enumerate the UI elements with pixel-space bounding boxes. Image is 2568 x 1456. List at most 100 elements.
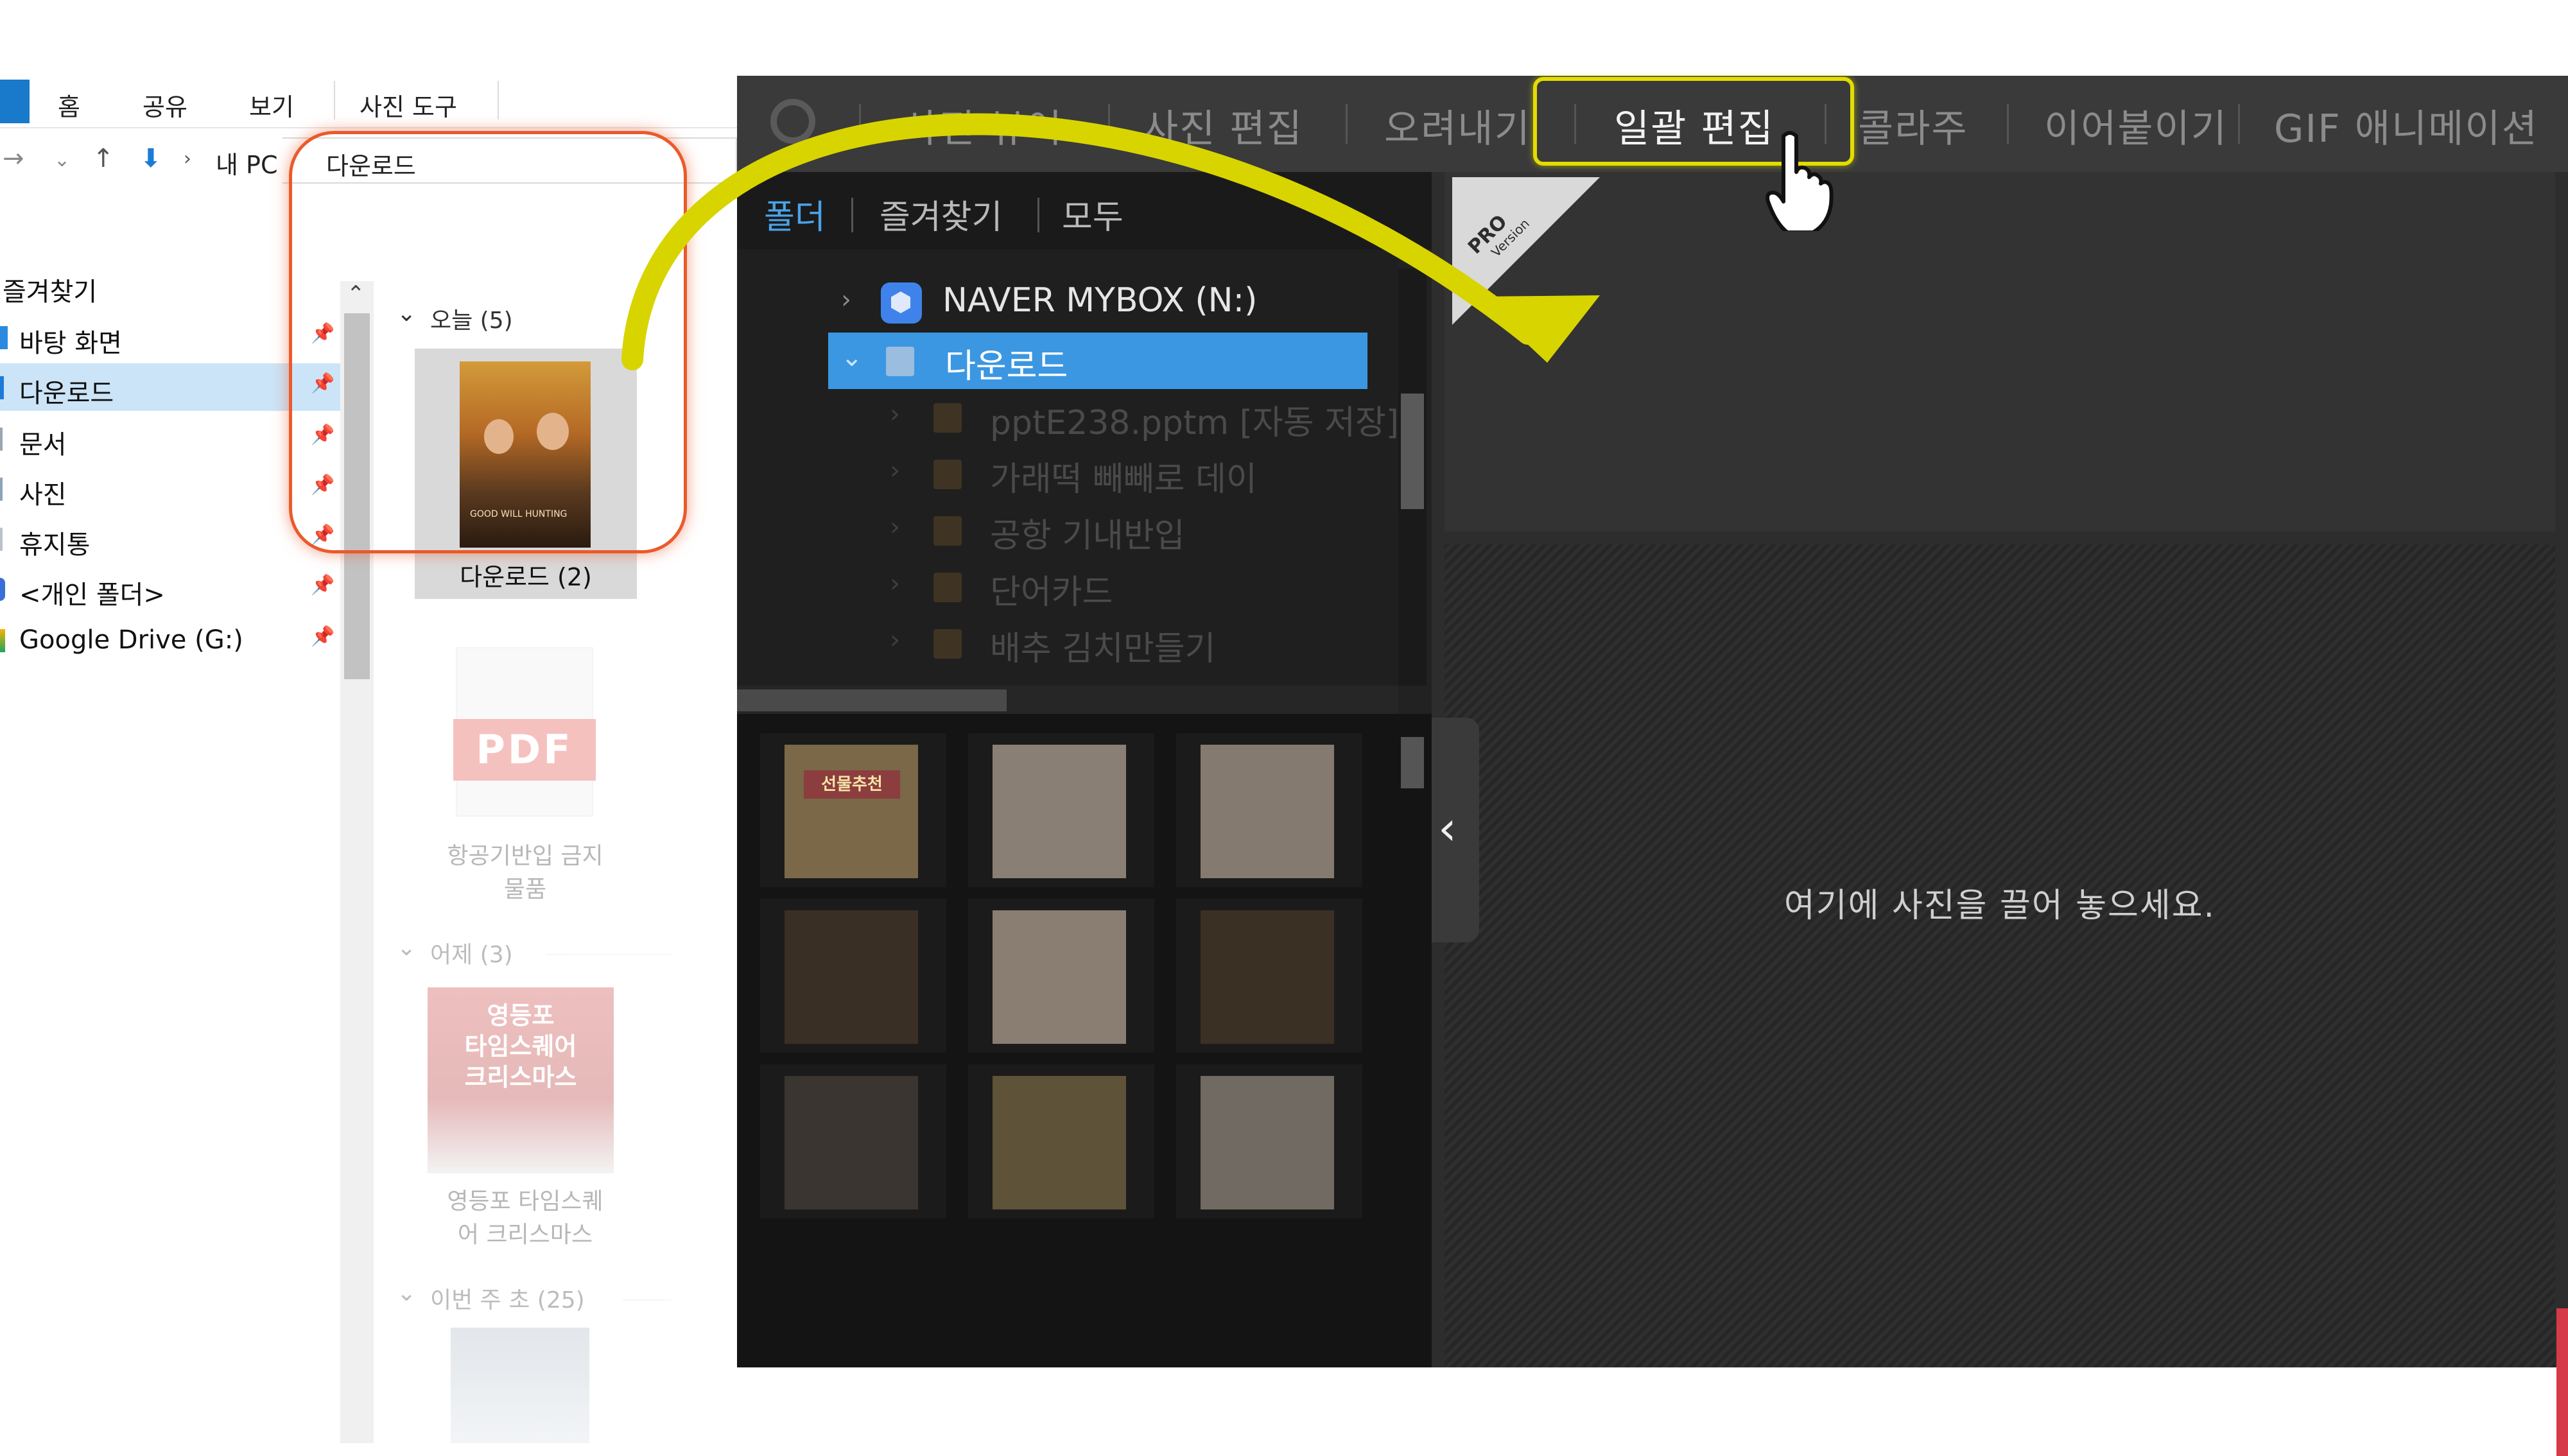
tree-item-label: 다운로드: [945, 347, 1068, 386]
chevron-right-icon[interactable]: ›: [841, 285, 851, 315]
tab-separator: [851, 198, 853, 232]
pin-icon[interactable]: 📌: [311, 625, 334, 648]
tree-scroll-thumb[interactable]: [1401, 394, 1424, 509]
photo-thumbnail[interactable]: [968, 899, 1154, 1053]
nav-item-google-drive[interactable]: Google Drive (G:) 📌: [0, 616, 340, 664]
photo-image: 선물추천: [785, 745, 918, 878]
ribbon-tab-share[interactable]: 공유: [143, 87, 187, 123]
tree-item-label: NAVER MYBOX (N:): [942, 281, 1258, 320]
forward-arrow-icon[interactable]: →: [3, 144, 24, 173]
folder-icon: [933, 403, 962, 433]
google-drive-icon: [0, 629, 5, 652]
group-header-this-week[interactable]: 이번 주 초 (25): [430, 1281, 585, 1315]
tree-item[interactable]: › 공항 기내반입: [737, 502, 1379, 559]
up-arrow-icon[interactable]: ↑: [92, 144, 114, 173]
pin-icon[interactable]: 📌: [311, 574, 334, 596]
pictures-icon: [0, 478, 3, 501]
chevron-down-icon[interactable]: ⌄: [397, 935, 416, 961]
tree-item-label: 공항 기내반입: [990, 517, 1185, 555]
tree-item-label: 가래떡 빼빼로 데이: [990, 460, 1257, 499]
folder-icon: [933, 629, 962, 659]
photo-thumbnail[interactable]: [1176, 899, 1362, 1053]
photo-image: [785, 1076, 918, 1209]
nav-item-personal-folder[interactable]: <개인 폴더> 📌: [0, 565, 340, 612]
xmas-file-thumbnail[interactable]: 영등포 타임스퀘어 크리스마스: [379, 987, 672, 1180]
tree-item-naver-mybox[interactable]: › NAVER MYBOX (N:): [737, 275, 1379, 331]
dimmed-files: PDF 항공기반입 금지 물품 ⌄ 어제 (3) 영등포 타임스퀘어 크리스마스…: [379, 647, 672, 1443]
group-header-yesterday[interactable]: 어제 (3): [430, 936, 513, 969]
xmas-line: 크리스마스: [464, 1063, 577, 1091]
chevron-left-icon: ‹: [1438, 801, 1457, 855]
ribbon-separator: [498, 81, 499, 119]
photo-thumbnail[interactable]: [760, 899, 946, 1053]
batch-edit-workspace: PRO Version 여기에 사진을 끌어 놓으세요. ‹: [1432, 172, 2568, 1456]
tree-item[interactable]: › 단어카드: [737, 559, 1379, 615]
chevron-right-icon[interactable]: ›: [890, 399, 900, 429]
menu-separator: [2007, 104, 2009, 144]
photo-thumbnail[interactable]: [1176, 733, 1362, 887]
side-panel-edge: [2556, 1308, 2568, 1456]
pdf-file-icon[interactable]: PDF: [453, 647, 596, 817]
xmas-image-text: 영등포 타임스퀘어 크리스마스: [428, 1000, 614, 1093]
breadcrumb-this-pc[interactable]: 내 PC: [216, 145, 278, 180]
chevron-down-icon[interactable]: ⌄: [841, 343, 863, 372]
nav-item-label: 문서: [19, 430, 67, 460]
chevron-right-icon[interactable]: ›: [890, 512, 900, 542]
photoscape-logo-icon[interactable]: [770, 99, 815, 144]
tree-item-downloads[interactable]: ⌄ 다운로드: [737, 333, 1379, 389]
menu-photo-editor[interactable]: 사진 편집: [1143, 98, 1303, 153]
photo-thumbnail[interactable]: [968, 1064, 1154, 1218]
folder-icon: [933, 460, 962, 489]
ribbon-tab-view[interactable]: 보기: [249, 87, 294, 123]
download-folder-icon: ⬇: [140, 144, 162, 173]
chevron-right-icon[interactable]: ›: [890, 625, 900, 655]
menu-combine[interactable]: 이어붙이기: [2044, 98, 2228, 153]
menu-collage[interactable]: 콜라주: [1858, 98, 1968, 153]
photo-image: [993, 910, 1126, 1044]
tree-item[interactable]: › pptE238.pptm [자동 저장]: [737, 389, 1399, 446]
thumbnail-scroll-thumb[interactable]: [1401, 737, 1424, 788]
nav-item-label: Google Drive (G:): [19, 625, 243, 655]
photo-image: [993, 745, 1126, 878]
file-tab[interactable]: [0, 80, 30, 123]
tree-item[interactable]: › 가래떡 빼빼로 데이: [737, 446, 1379, 502]
chevron-right-icon[interactable]: ›: [890, 456, 900, 485]
menu-cut-out[interactable]: 오려내기: [1384, 98, 1531, 153]
chevron-down-icon[interactable]: ⌄: [397, 1280, 416, 1306]
photo-thumbnail[interactable]: 선물추천: [760, 733, 946, 887]
chevron-right-icon[interactable]: ›: [890, 569, 900, 598]
photo-thumbnail[interactable]: [1176, 1064, 1362, 1218]
photo-image: [1201, 910, 1334, 1044]
file-thumbnail[interactable]: [451, 1328, 589, 1443]
desktop-icon: [0, 326, 8, 349]
group-divider: [546, 954, 672, 955]
ribbon-tab-picture-tools[interactable]: 사진 도구: [360, 87, 457, 123]
tree-item[interactable]: › 배추 김치만들기: [737, 615, 1379, 672]
xmas-line: 타임스퀘어: [464, 1032, 577, 1061]
highlight-ring: [289, 131, 687, 553]
nav-item-recycle-bin[interactable]: 휴지통 📌: [0, 515, 340, 562]
file-name: 어 크리스마스: [457, 1222, 593, 1248]
photo-thumbnail[interactable]: [968, 733, 1154, 887]
tab-all[interactable]: 모두: [1062, 190, 1124, 238]
nav-item-label: 휴지통: [19, 530, 91, 560]
chevron-down-icon[interactable]: ⌄: [54, 149, 70, 171]
menu-gif-animation[interactable]: GIF 애니메이션: [2274, 98, 2538, 153]
file-name: 물품: [503, 876, 547, 903]
ribbon-tab-home[interactable]: 홈: [58, 87, 80, 123]
ribbon-bar: 홈 공유 보기 사진 도구: [0, 76, 738, 128]
recycle-bin-icon: [0, 528, 3, 551]
file-name: 항공기반입 금지: [447, 843, 603, 869]
menu-separator: [1108, 104, 1110, 144]
folder-icon: [933, 516, 962, 546]
collapse-panel-button[interactable]: ‹: [1432, 718, 1479, 942]
menu-photo-viewer[interactable]: 사진 뷰어: [903, 98, 1063, 153]
tab-folder[interactable]: 폴더: [764, 190, 826, 238]
tree-item-label: pptE238.pptm [자동 저장]: [990, 404, 1400, 442]
menu-separator: [2238, 104, 2240, 144]
photo-thumbnail[interactable]: [760, 1064, 946, 1218]
nav-item-label: 즐겨찾기: [3, 277, 98, 307]
tree-h-scroll-thumb[interactable]: [737, 689, 1007, 711]
tab-favorites[interactable]: 즐겨찾기: [880, 190, 1002, 238]
photo-drop-zone[interactable]: 여기에 사진을 끌어 놓으세요.: [1444, 544, 2555, 1367]
